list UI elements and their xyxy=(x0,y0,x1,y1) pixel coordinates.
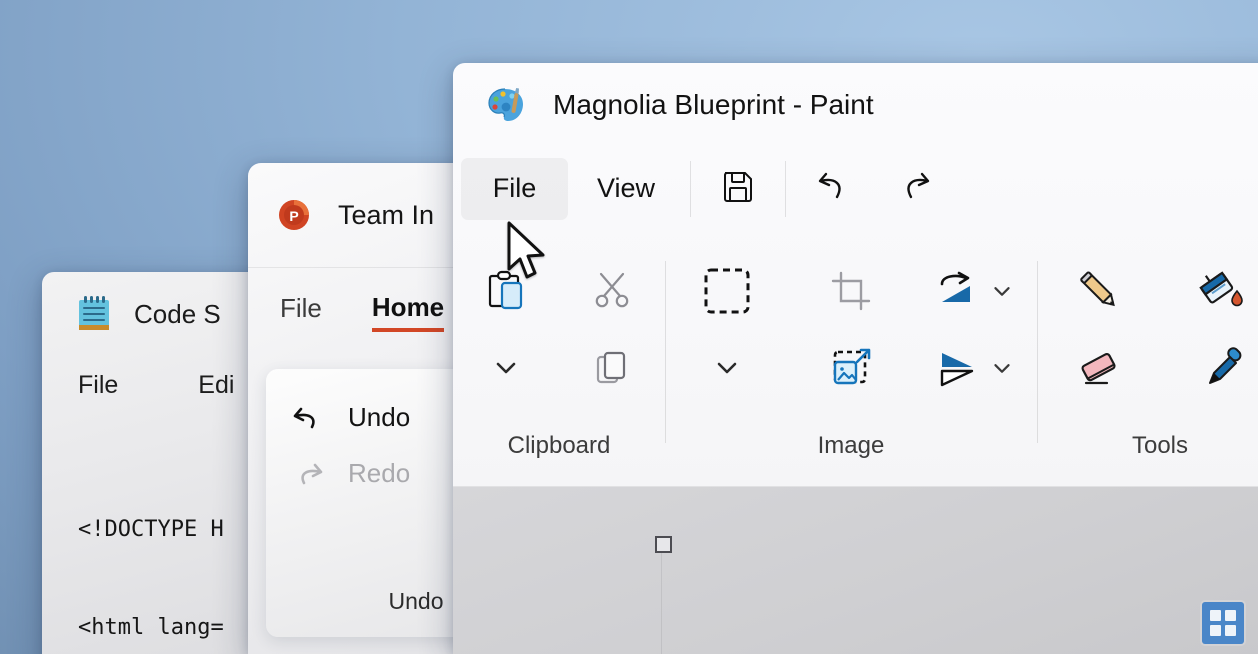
crop-button[interactable] xyxy=(829,249,873,337)
ribbon-group-label-clipboard: Clipboard xyxy=(507,432,611,459)
paint-ribbon: Clipboard Image Tools xyxy=(453,231,1258,487)
window-paint[interactable]: Magnolia Blueprint - Paint File View Cli… xyxy=(453,63,1258,654)
resize-image-icon xyxy=(829,346,873,395)
notepad-title: Code S xyxy=(134,298,221,329)
paint-canvas[interactable] xyxy=(453,487,1258,654)
copy-pages-icon xyxy=(592,348,632,393)
paint-title: Magnolia Blueprint - Paint xyxy=(553,88,874,120)
menu-view-label: View xyxy=(596,173,656,203)
canvas-resize-handle[interactable] xyxy=(655,536,672,553)
start-tile xyxy=(1210,625,1221,636)
fill-button[interactable] xyxy=(1196,249,1248,337)
pencil-icon xyxy=(1074,266,1124,321)
chevron-down-icon xyxy=(712,353,742,388)
menu-file[interactable]: File xyxy=(461,157,568,220)
undo-button[interactable] xyxy=(792,158,874,220)
start-tile xyxy=(1225,610,1236,621)
save-button[interactable] xyxy=(697,158,779,220)
flip-button[interactable] xyxy=(934,347,986,393)
flip-button-group xyxy=(934,337,1016,403)
paint-canvas-area[interactable] xyxy=(453,487,1258,654)
notepad-menu-file[interactable]: File xyxy=(78,371,118,400)
resize-button[interactable] xyxy=(829,337,873,403)
svg-text:P: P xyxy=(289,208,298,224)
undo-arrow-icon xyxy=(290,399,326,435)
dashed-selection-icon xyxy=(700,264,754,323)
rotate-dropdown[interactable] xyxy=(988,277,1016,310)
start-tile xyxy=(1225,625,1236,636)
eyedropper-icon xyxy=(1197,345,1247,396)
ribbon-group-image: Image xyxy=(665,231,1037,486)
ribbon-group-label-image: Image xyxy=(817,432,885,459)
ribbon-group-tools: Tools xyxy=(1037,231,1258,486)
tab-file[interactable]: File xyxy=(280,293,322,332)
chevron-down-icon xyxy=(491,353,521,388)
crop-icon xyxy=(829,269,873,318)
paint-bucket-icon xyxy=(1196,267,1248,320)
save-floppy-icon xyxy=(721,169,755,208)
paint-title-bar: Magnolia Blueprint - Paint xyxy=(453,63,1258,146)
paste-dropdown[interactable] xyxy=(491,337,521,403)
eraser-icon xyxy=(1074,346,1124,395)
command-separator xyxy=(690,160,691,217)
undo-label: Undo xyxy=(348,401,411,432)
redo-arrow-icon xyxy=(290,455,326,491)
paste-button[interactable] xyxy=(483,249,529,337)
notepad-menu-edit[interactable]: Edi xyxy=(198,371,234,400)
desktop: Code S File Edi <!DOCTYPE H <html lang= … xyxy=(0,0,1258,654)
windows-start-icon[interactable] xyxy=(1202,602,1244,644)
command-separator xyxy=(785,160,786,217)
ribbon-group-label-tools: Tools xyxy=(1131,432,1189,459)
redo-button[interactable] xyxy=(874,158,956,220)
rotate-button[interactable] xyxy=(934,270,986,316)
flip-dropdown[interactable] xyxy=(988,354,1016,387)
paste-clipboard-icon xyxy=(483,268,529,319)
eraser-button[interactable] xyxy=(1074,337,1124,403)
paint-palette-icon xyxy=(486,85,526,125)
paint-command-bar: File View xyxy=(453,146,1258,231)
start-icon-grid xyxy=(1210,610,1236,636)
powerpoint-icon: P xyxy=(276,197,312,233)
canvas-edge-line xyxy=(661,549,662,654)
ribbon-group-clipboard: Clipboard xyxy=(453,231,665,486)
menu-file-label: File xyxy=(492,173,537,203)
redo-label: Redo xyxy=(348,457,411,488)
rotate-button-group xyxy=(934,249,1016,337)
powerpoint-title: Team In xyxy=(338,199,435,230)
copy-button[interactable] xyxy=(592,337,632,403)
pencil-button[interactable] xyxy=(1074,249,1124,337)
tab-home[interactable]: Home xyxy=(371,292,445,332)
cut-button[interactable] xyxy=(589,249,635,337)
scissors-icon xyxy=(589,268,635,319)
undo-arrow-icon xyxy=(813,166,853,211)
select-dropdown[interactable] xyxy=(712,337,742,403)
redo-arrow-icon xyxy=(895,166,935,211)
notepad-icon xyxy=(76,294,112,334)
menu-view[interactable]: View xyxy=(568,158,684,220)
start-tile xyxy=(1210,610,1221,621)
select-button[interactable] xyxy=(700,249,754,337)
color-picker-button[interactable] xyxy=(1197,337,1247,403)
